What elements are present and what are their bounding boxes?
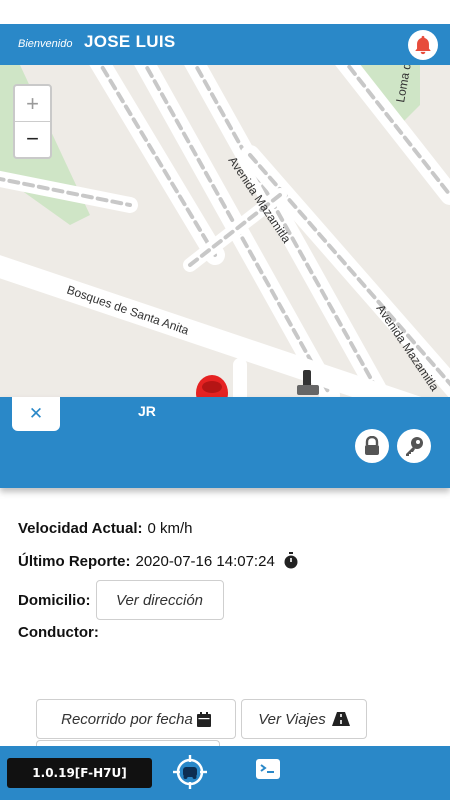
close-panel-button[interactable]: ✕ bbox=[12, 397, 60, 431]
zoom-out-button[interactable]: − bbox=[15, 121, 50, 156]
view-address-button[interactable]: Ver dirección bbox=[95, 580, 224, 620]
street-label-bosques: Bosques de Santa Anita bbox=[65, 283, 191, 338]
locate-car-icon[interactable] bbox=[173, 755, 207, 789]
alarm-button[interactable] bbox=[408, 30, 438, 60]
report-row: Último Reporte: 2020-07-16 14:07:24 bbox=[18, 552, 299, 570]
vehicle-marker[interactable] bbox=[196, 375, 228, 397]
speed-label: Velocidad Actual: bbox=[18, 520, 143, 537]
status-strip bbox=[0, 0, 450, 24]
vehicle-name: JR bbox=[138, 403, 156, 419]
stopwatch-icon bbox=[284, 552, 298, 569]
address-label: Domicilio: bbox=[18, 591, 91, 609]
zoom-control: + − bbox=[13, 84, 52, 159]
lock-icon bbox=[365, 436, 379, 455]
map-view[interactable]: Avenida Mazamitla Avenida Mazamitla Bosq… bbox=[0, 65, 450, 397]
lock-button[interactable] bbox=[355, 429, 389, 463]
key-button[interactable] bbox=[397, 429, 431, 463]
calendar-icon bbox=[196, 711, 211, 727]
welcome-text: Bienvenido bbox=[18, 38, 73, 50]
bell-icon bbox=[415, 35, 431, 55]
report-value: 2020-07-16 14:07:24 bbox=[135, 552, 275, 570]
route-by-date-label: Recorrido por fecha bbox=[61, 710, 193, 728]
terminal-icon[interactable] bbox=[255, 758, 281, 782]
speed-row: Velocidad Actual: 0 km/h bbox=[18, 520, 193, 537]
vehicle-panel: ✕ JR bbox=[0, 397, 450, 488]
address-row: Domicilio: Ver dirección bbox=[18, 580, 224, 620]
speed-value: 0 km/h bbox=[147, 520, 193, 537]
key-icon bbox=[406, 437, 423, 456]
app-version: 1.0.19[F-H7U] bbox=[7, 758, 152, 788]
view-trips-button[interactable]: Ver Viajes bbox=[241, 699, 367, 739]
user-name: JOSE LUIS bbox=[84, 32, 176, 51]
map-canvas: Avenida Mazamitla Avenida Mazamitla Bosq… bbox=[0, 65, 450, 397]
road-icon bbox=[331, 712, 350, 726]
driver-label: Conductor: bbox=[18, 624, 99, 641]
app-header: Bienvenido JOSE LUIS bbox=[0, 24, 450, 65]
report-label: Último Reporte: bbox=[18, 552, 131, 570]
zoom-in-button[interactable]: + bbox=[15, 86, 50, 121]
driver-row: Conductor: bbox=[18, 624, 104, 641]
view-trips-label: Ver Viajes bbox=[258, 710, 326, 728]
bosques-road bbox=[0, 255, 422, 397]
bottom-bar: 1.0.19[F-H7U] bbox=[0, 746, 450, 800]
route-by-date-button[interactable]: Recorrido por fecha bbox=[36, 699, 236, 739]
